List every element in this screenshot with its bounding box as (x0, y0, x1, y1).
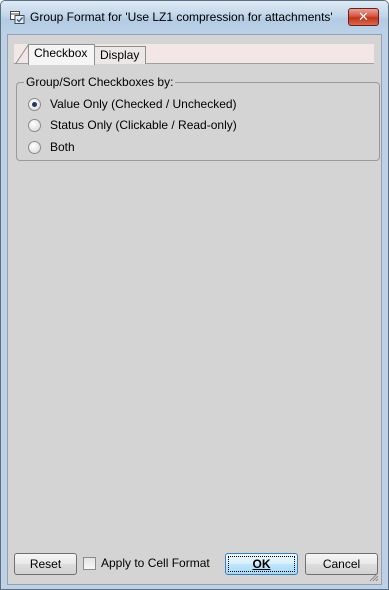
tab-checkbox-label: Checkbox (34, 46, 88, 60)
close-button[interactable]: ✕ (348, 8, 379, 26)
group-sort-groupbox: Group/Sort Checkboxes by: Value Only (Ch… (16, 75, 380, 161)
dialog-client-area: Checkbox Display Group/Sort Checkboxes b… (7, 34, 382, 585)
reset-button[interactable]: Reset (14, 553, 77, 575)
radio-status-only-label: Status Only (Clickable / Read-only) (50, 118, 237, 132)
resize-grip-icon[interactable] (369, 572, 379, 582)
radio-both-indicator[interactable] (28, 141, 41, 154)
cancel-button[interactable]: Cancel (305, 553, 378, 575)
window-title: Group Format for 'Use LZ1 compression fo… (30, 10, 333, 24)
title-bar[interactable]: Group Format for 'Use LZ1 compression fo… (1, 1, 388, 34)
apply-to-cell-format-label: Apply to Cell Format (101, 556, 210, 570)
tab-checkbox[interactable]: Checkbox (28, 44, 95, 65)
radio-status-only-indicator[interactable] (28, 119, 41, 132)
dialog-window: Group Format for 'Use LZ1 compression fo… (0, 0, 389, 590)
radio-value-only-label: Value Only (Checked / Unchecked) (50, 97, 237, 111)
tab-edge-icon (15, 44, 29, 64)
tab-strip: Checkbox Display (14, 44, 374, 65)
tab-display-label: Display (100, 48, 140, 62)
ok-button[interactable]: OK (225, 553, 298, 575)
group-format-icon (10, 11, 25, 24)
apply-to-cell-format-checkbox[interactable] (83, 557, 96, 570)
radio-both-label: Both (50, 140, 75, 154)
close-icon: ✕ (358, 9, 369, 24)
radio-value-only-indicator[interactable] (28, 98, 41, 111)
groupbox-label: Group/Sort Checkboxes by: (24, 75, 176, 89)
tab-display[interactable]: Display (94, 46, 146, 64)
focus-rect (228, 556, 295, 572)
